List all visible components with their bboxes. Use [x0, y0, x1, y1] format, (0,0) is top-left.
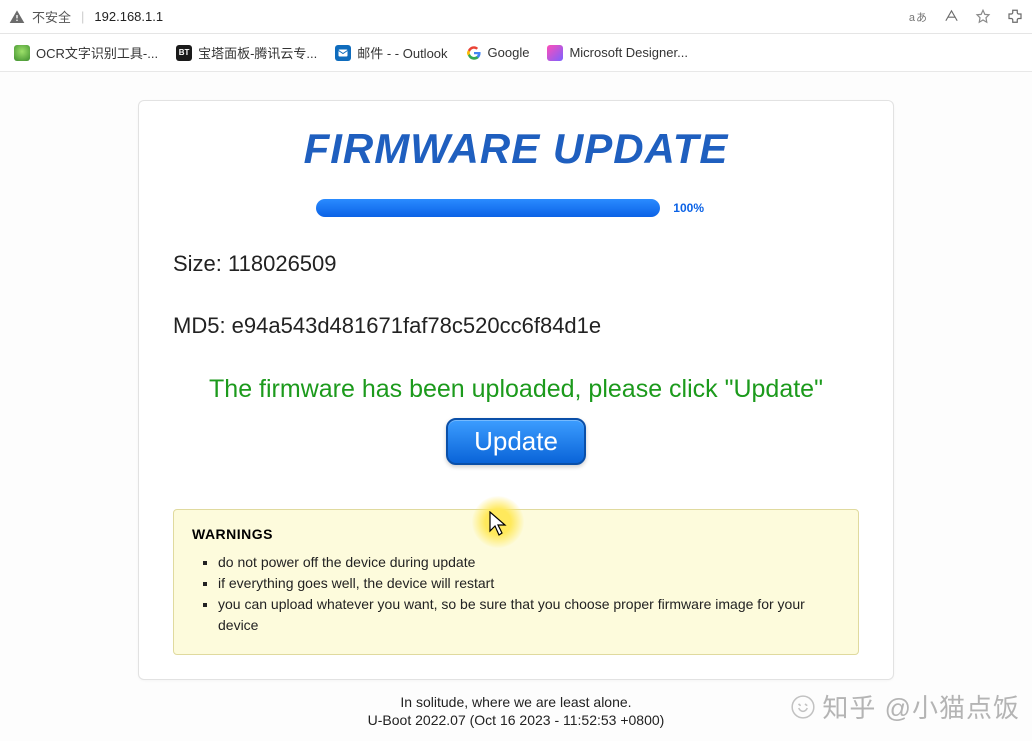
- url-text[interactable]: 192.168.1.1: [94, 9, 163, 24]
- address-bar: 不安全 | 192.168.1.1 aあ: [0, 0, 1032, 34]
- favicon-msdesigner: [547, 45, 563, 61]
- warnings-heading: WARNINGS: [192, 526, 840, 542]
- watermark-text: 知乎 @小猫点饭: [822, 688, 1020, 725]
- page-title: FIRMWARE UPDATE: [173, 125, 859, 173]
- bookmark-label: Microsoft Designer...: [569, 45, 688, 60]
- address-separator: |: [81, 9, 84, 24]
- translate-indicator[interactable]: aあ: [909, 9, 928, 25]
- warnings-box: WARNINGS do not power off the device dur…: [173, 509, 859, 655]
- file-md5: MD5: e94a543d481671faf78c520cc6f84d1e: [173, 313, 859, 339]
- progress-wrap: 100%: [316, 199, 716, 217]
- firmware-card: FIRMWARE UPDATE 100% Size: 118026509 MD5…: [138, 100, 894, 680]
- warnings-list: do not power off the device during updat…: [192, 552, 840, 636]
- security-indicator[interactable]: 不安全: [8, 7, 71, 26]
- favicon-outlook: [335, 45, 351, 61]
- bookmarks-bar: OCR文字识别工具-... BT 宝塔面板-腾讯云专... 邮件 - - Out…: [0, 34, 1032, 72]
- bookmark-label: Google: [488, 45, 530, 60]
- bookmark-outlook[interactable]: 邮件 - - Outlook: [335, 43, 447, 62]
- bookmark-label: 宝塔面板-腾讯云专...: [198, 43, 317, 62]
- favicon-ocr: [14, 45, 30, 61]
- file-size: Size: 118026509: [173, 251, 859, 277]
- favicon-bt: BT: [176, 45, 192, 61]
- progress-percent: 100%: [673, 199, 704, 217]
- favorite-icon[interactable]: [974, 8, 992, 26]
- bookmark-msdesigner[interactable]: Microsoft Designer...: [547, 45, 688, 61]
- bookmark-label: 邮件 - - Outlook: [357, 43, 447, 62]
- extensions-icon[interactable]: [1006, 8, 1024, 26]
- bookmark-ocr[interactable]: OCR文字识别工具-...: [14, 43, 158, 62]
- warning-item: if everything goes well, the device will…: [218, 573, 840, 594]
- security-label: 不安全: [32, 7, 71, 26]
- warning-item: you can upload whatever you want, so be …: [218, 594, 840, 636]
- favicon-google: [466, 45, 482, 61]
- watermark: 知乎 @小猫点饭: [790, 688, 1020, 725]
- warning-icon: [8, 8, 26, 26]
- update-button[interactable]: Update: [446, 418, 586, 465]
- bookmark-label: OCR文字识别工具-...: [36, 43, 158, 62]
- bookmark-google[interactable]: Google: [466, 45, 530, 61]
- bookmark-bt[interactable]: BT 宝塔面板-腾讯云专...: [176, 43, 317, 62]
- read-aloud-icon[interactable]: [942, 8, 960, 26]
- progress-bar: [316, 199, 660, 217]
- warning-item: do not power off the device during updat…: [218, 552, 840, 573]
- status-message: The firmware has been uploaded, please c…: [151, 375, 881, 404]
